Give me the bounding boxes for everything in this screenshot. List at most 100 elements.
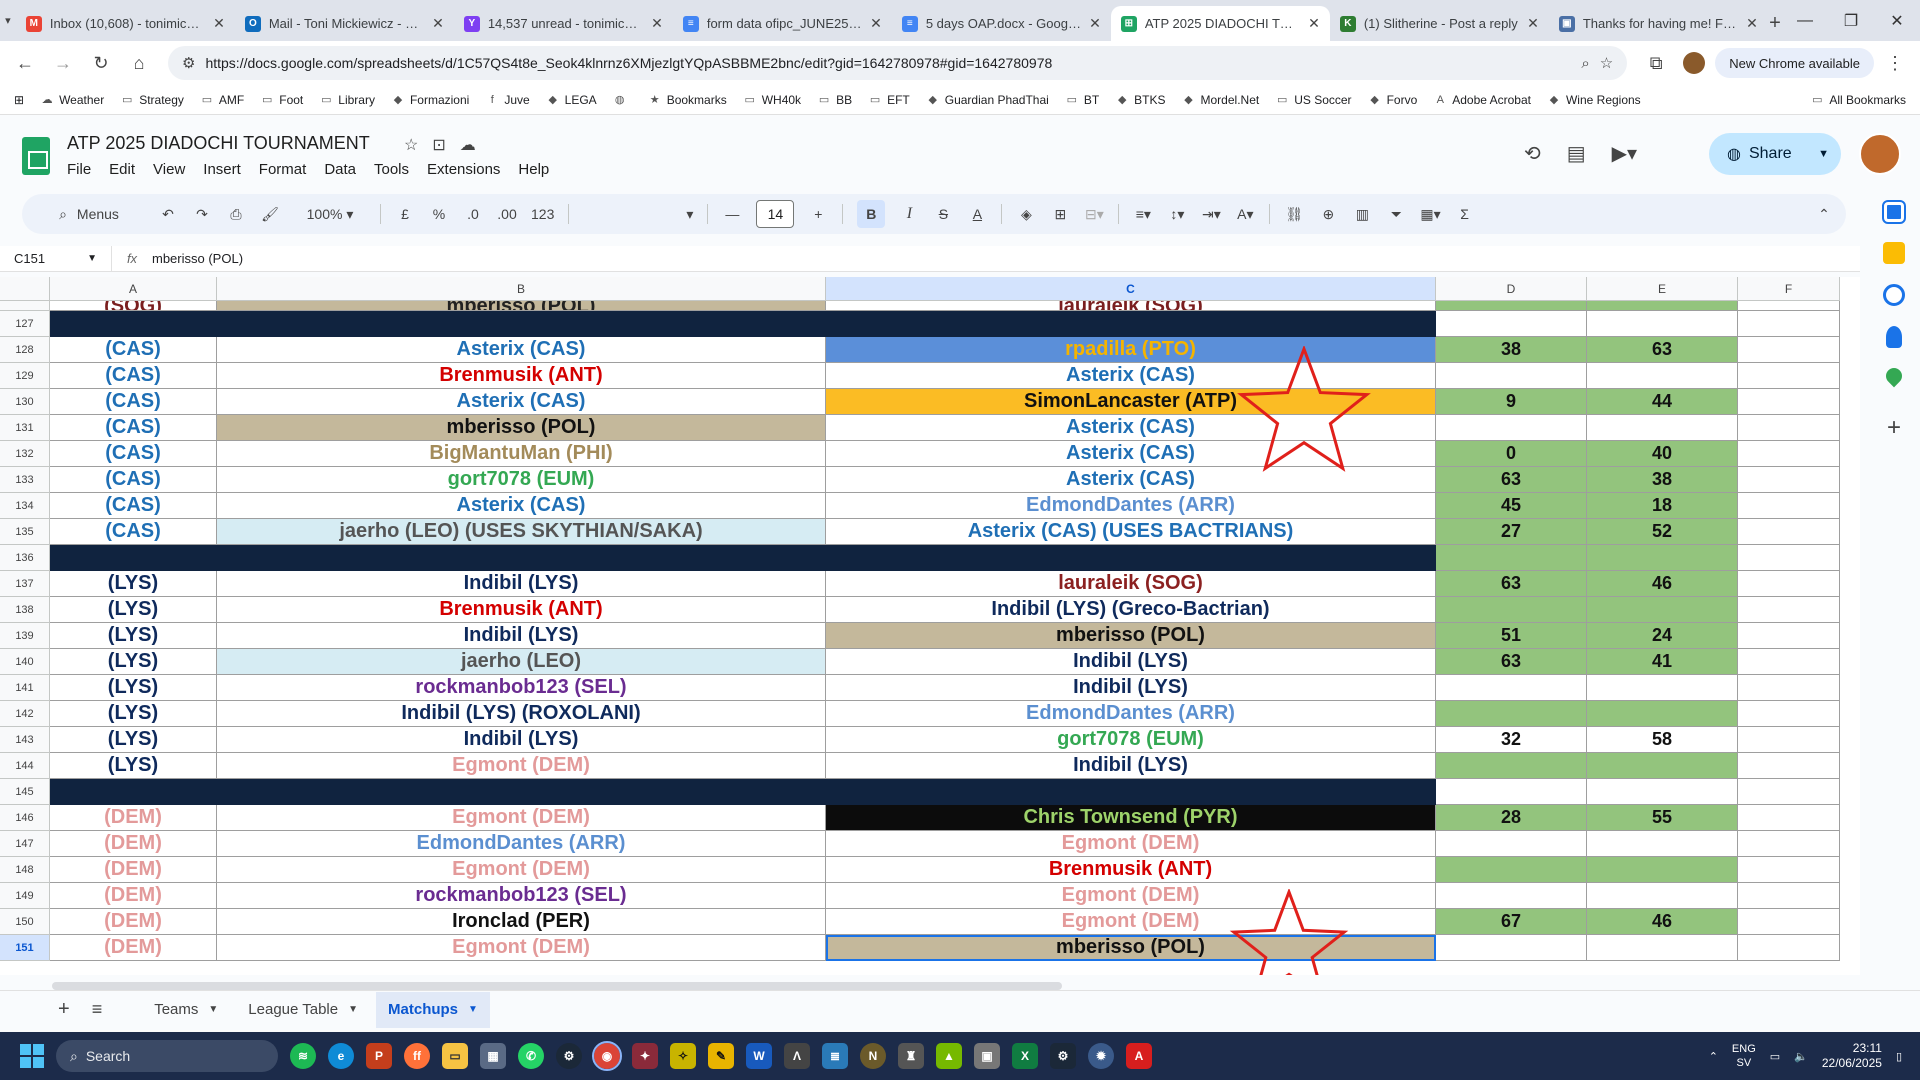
cell-a[interactable]: (DEM) xyxy=(50,935,217,961)
menu-view[interactable]: View xyxy=(153,161,185,178)
chevron-down-icon[interactable]: ▼ xyxy=(468,1004,478,1015)
cell-b[interactable]: Egmont (DEM) xyxy=(217,805,826,831)
bold-button[interactable]: B xyxy=(857,200,886,228)
cell-c[interactable]: Chris Townsend (PYR) xyxy=(826,805,1436,831)
reload-icon[interactable]: ↻ xyxy=(84,46,118,80)
cell-f[interactable] xyxy=(1738,467,1840,493)
font-family-select[interactable]: ▾ xyxy=(583,200,693,228)
spotify-icon[interactable]: ≋ xyxy=(290,1043,316,1069)
print-icon[interactable]: ⎙ xyxy=(226,200,246,228)
cell-c[interactable]: lauraleik (SOG) xyxy=(826,301,1436,311)
add-sheet-icon[interactable]: + xyxy=(58,998,70,1021)
move-folder-icon[interactable]: ⊡ xyxy=(432,135,445,155)
browser-tab[interactable]: K (1) Slitherine - Post a reply ✕ xyxy=(1330,6,1549,41)
cell-f[interactable] xyxy=(1738,857,1840,883)
cell-e[interactable] xyxy=(1587,883,1738,909)
windows-start-icon[interactable] xyxy=(20,1044,44,1068)
cell-e[interactable]: 46 xyxy=(1587,571,1738,597)
cell-d[interactable]: 32 xyxy=(1436,727,1587,753)
cell-e[interactable] xyxy=(1587,415,1738,441)
sheet-tab[interactable]: League Table ▼ xyxy=(236,992,370,1028)
cell-a[interactable]: (LYS) xyxy=(50,675,217,701)
filter-views-icon[interactable]: ▦▾ xyxy=(1420,200,1440,228)
row-header[interactable]: 147 xyxy=(0,831,50,857)
browser-tab[interactable]: O Mail - Toni Mickiewicz - Outlook ✕ xyxy=(235,6,454,41)
increase-font-size-button[interactable]: + xyxy=(808,200,828,228)
notepad-icon[interactable]: ≣ xyxy=(822,1043,848,1069)
row-header[interactable]: 148 xyxy=(0,857,50,883)
cell-d[interactable]: 63 xyxy=(1436,649,1587,675)
cell-f[interactable] xyxy=(1738,753,1840,779)
cell-e[interactable]: 44 xyxy=(1587,389,1738,415)
browser-tab[interactable]: ▣ Thanks for having me! First ✕ xyxy=(1549,6,1768,41)
cell-a[interactable]: (CAS) xyxy=(50,415,217,441)
cell-c[interactable]: Indibil (LYS) xyxy=(826,753,1436,779)
row-header[interactable]: 138 xyxy=(0,597,50,623)
edge-icon[interactable]: e xyxy=(328,1043,354,1069)
extensions-icon[interactable]: ⧉ xyxy=(1639,46,1673,80)
cell-d[interactable] xyxy=(1436,701,1587,727)
url-text[interactable]: https://docs.google.com/spreadsheets/d/1… xyxy=(205,55,1571,71)
cell-d[interactable]: 38 xyxy=(1436,337,1587,363)
bookmark-item[interactable]: ▭ Library xyxy=(319,93,375,107)
bookmark-item[interactable]: ▭ US Soccer xyxy=(1275,93,1352,107)
cell-e[interactable]: 58 xyxy=(1587,727,1738,753)
cell-c[interactable]: EdmondDantes (ARR) xyxy=(826,701,1436,727)
cell-c[interactable]: lauraleik (SOG) xyxy=(826,571,1436,597)
horizontal-scrollbar[interactable] xyxy=(52,982,1062,990)
back-icon[interactable]: ← xyxy=(8,46,42,80)
cell-e[interactable] xyxy=(1587,311,1738,337)
cell-f[interactable] xyxy=(1738,415,1840,441)
cell-b[interactable]: EdmondDantes (ARR) xyxy=(217,831,826,857)
cell-e[interactable] xyxy=(1587,301,1738,311)
keep-icon[interactable] xyxy=(1883,242,1905,264)
menu-help[interactable]: Help xyxy=(518,161,549,178)
close-tab-icon[interactable]: ✕ xyxy=(651,15,663,32)
volume-icon[interactable]: 🔈 xyxy=(1794,1050,1808,1063)
sheet-tab[interactable]: Matchups ▼ xyxy=(376,991,490,1028)
file-explorer-icon[interactable]: ▭ xyxy=(442,1043,468,1069)
cell-a[interactable]: (CAS) xyxy=(50,467,217,493)
merge-cells-icon[interactable]: ⊟▾ xyxy=(1084,200,1104,228)
close-tab-icon[interactable]: ✕ xyxy=(1527,15,1539,32)
cell-f[interactable] xyxy=(1738,389,1840,415)
steam-icon[interactable]: ⚙ xyxy=(556,1043,582,1069)
maps-icon[interactable] xyxy=(1882,364,1906,388)
cell-a[interactable]: (LYS) xyxy=(50,571,217,597)
bookmark-item[interactable]: ▭ EFT xyxy=(868,93,910,107)
cell-a[interactable]: (CAS) xyxy=(50,389,217,415)
currency-format-button[interactable]: £ xyxy=(395,200,415,228)
bookmark-item[interactable]: ◍ xyxy=(613,93,632,107)
chevron-up-icon[interactable]: ⌃ xyxy=(1709,1050,1718,1063)
browser-tab[interactable]: Y 14,537 unread - tonimickiewicz ✕ xyxy=(454,6,673,41)
cell-b[interactable]: Brenmusik (ANT) xyxy=(217,597,826,623)
redo-icon[interactable]: ↷ xyxy=(192,200,212,228)
all-sheets-icon[interactable]: ≡ xyxy=(92,999,103,1020)
cell-d[interactable]: 67 xyxy=(1436,909,1587,935)
cell-b[interactable]: Egmont (DEM) xyxy=(217,857,826,883)
warhammer-icon[interactable]: ♜ xyxy=(898,1043,924,1069)
insert-link-icon[interactable]: ⛓ xyxy=(1284,200,1304,228)
cell-f[interactable] xyxy=(1738,597,1840,623)
powerpoint-icon[interactable]: P xyxy=(366,1043,392,1069)
borders-icon[interactable]: ⊞ xyxy=(1050,200,1070,228)
row-header[interactable]: 133 xyxy=(0,467,50,493)
cell-a[interactable]: (DEM) xyxy=(50,883,217,909)
cell-a[interactable]: (CAS) xyxy=(50,441,217,467)
sheet-tab[interactable]: Teams ▼ xyxy=(142,992,230,1028)
utility-icon[interactable]: ▣ xyxy=(974,1043,1000,1069)
cell-f[interactable] xyxy=(1738,301,1840,311)
bookmark-item[interactable]: ◆ BTKS xyxy=(1115,93,1166,107)
row-header[interactable]: 140 xyxy=(0,649,50,675)
calculator-icon[interactable]: ▦ xyxy=(480,1043,506,1069)
steam-client-icon[interactable]: ⚙ xyxy=(1050,1043,1076,1069)
undo-icon[interactable]: ↶ xyxy=(158,200,178,228)
profile-avatar[interactable] xyxy=(1683,52,1706,74)
forward-icon[interactable]: → xyxy=(46,46,80,80)
menu-edit[interactable]: Edit xyxy=(109,161,135,178)
functions-icon[interactable]: Σ xyxy=(1455,200,1475,228)
cell-b[interactable]: Indibil (LYS) xyxy=(217,571,826,597)
site-info-icon[interactable]: ⚙ xyxy=(182,54,195,72)
row-header[interactable]: 144 xyxy=(0,753,50,779)
bookmark-item[interactable]: ☁ Weather xyxy=(40,93,105,107)
